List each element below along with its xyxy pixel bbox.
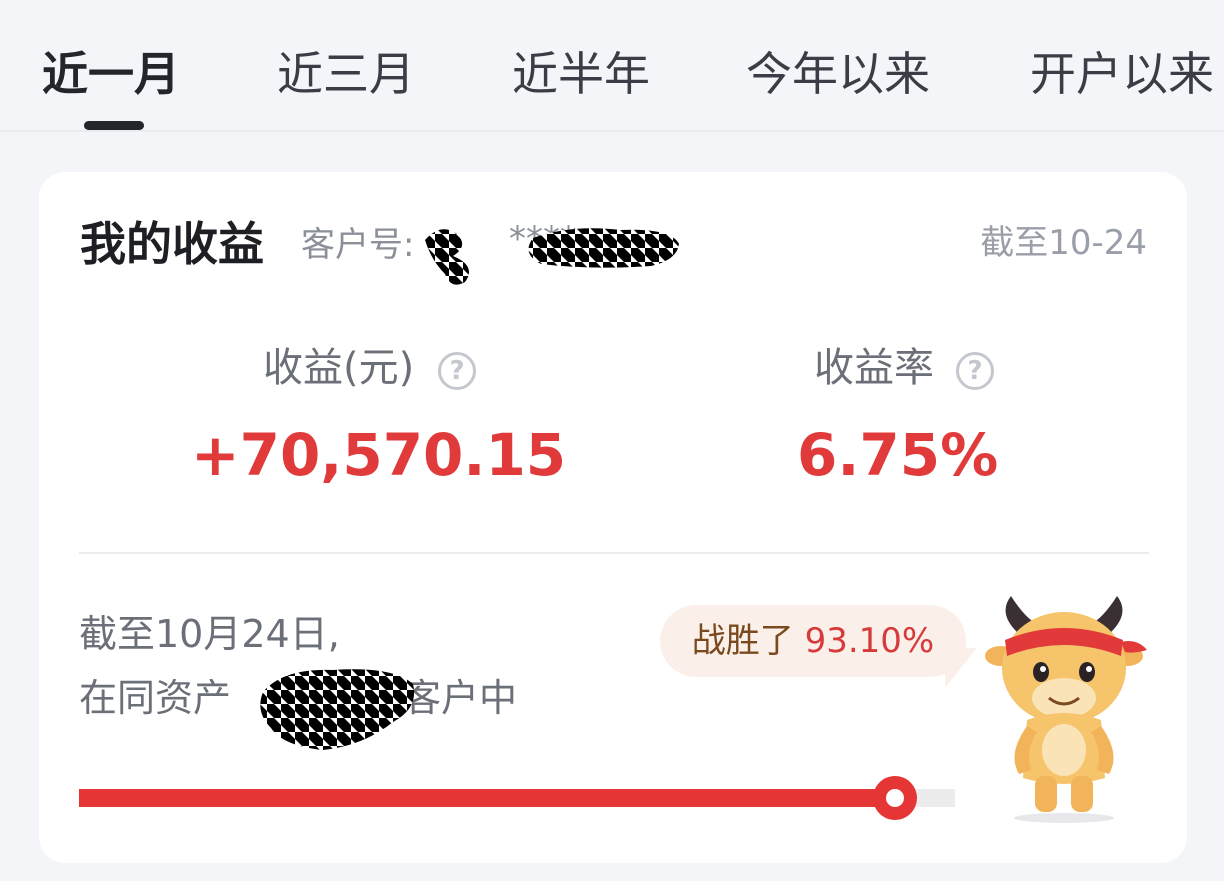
profit-label: 收益(元) bbox=[263, 345, 415, 391]
ranking-bubble: 战胜了 93.10% bbox=[660, 605, 966, 677]
rate-label: 收益率 bbox=[814, 345, 934, 391]
profit-card: 我的收益 客户号: **** 截至10-24 收益(元) ? 收益率 ? +70… bbox=[39, 172, 1187, 863]
active-tab-indicator bbox=[84, 121, 144, 130]
bubble-text: 战胜了 bbox=[691, 621, 794, 661]
period-tabs: 近一月 近三月 近半年 今年以来 开户以来 bbox=[0, 0, 1224, 132]
bubble-percent: 93.10% bbox=[804, 621, 935, 661]
tab-1-month[interactable]: 近一月 bbox=[42, 42, 180, 106]
ranking-date-line: 截至10月24日, bbox=[79, 612, 340, 656]
progress-fill bbox=[79, 789, 895, 807]
ox-mascot bbox=[985, 596, 1147, 823]
redaction-scribble bbox=[425, 228, 679, 285]
profit-value: +70,570.15 bbox=[191, 421, 567, 489]
card-title: 我的收益 bbox=[80, 217, 264, 271]
ranking-progress-bar bbox=[79, 776, 955, 820]
bubble-tail bbox=[945, 648, 977, 688]
tab-half-year[interactable]: 近半年 bbox=[512, 42, 650, 106]
rate-value: 6.75% bbox=[797, 421, 999, 489]
progress-knob bbox=[873, 776, 917, 820]
question-circle-icon[interactable]: ? bbox=[956, 352, 994, 390]
redaction-scribble bbox=[260, 669, 415, 750]
account-number: 客户号: **** bbox=[301, 219, 577, 270]
ranking-prefix: 在同资产 bbox=[79, 676, 232, 720]
ranking-suffix: 客户中 bbox=[403, 676, 518, 720]
account-label: 客户号: bbox=[301, 225, 415, 265]
tab-since-opening[interactable]: 开户以来 bbox=[1030, 42, 1214, 106]
tab-3-months[interactable]: 近三月 bbox=[277, 42, 415, 106]
tab-year-to-date[interactable]: 今年以来 bbox=[746, 42, 930, 106]
divider bbox=[79, 552, 1149, 554]
question-circle-icon[interactable]: ? bbox=[438, 352, 476, 390]
as-of-date: 截至10-24 bbox=[980, 223, 1147, 263]
